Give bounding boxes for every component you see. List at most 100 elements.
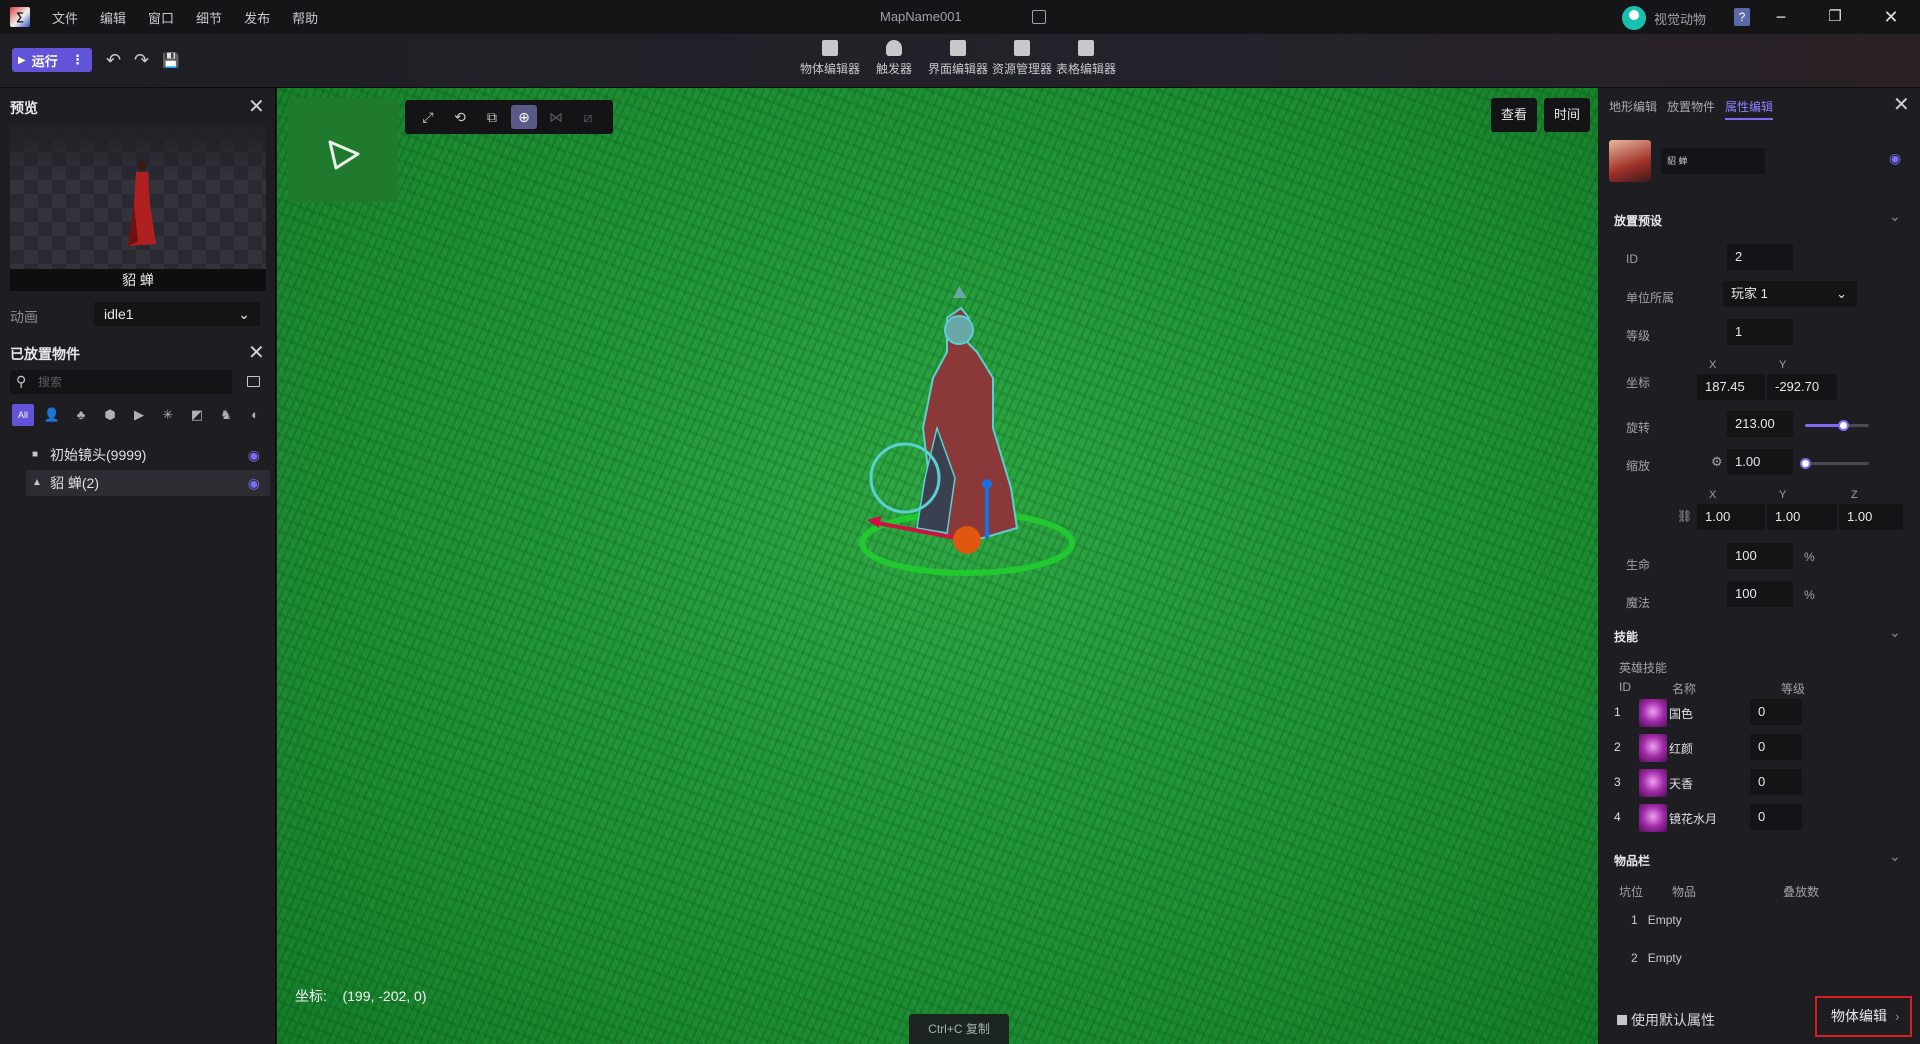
tab-property-edit[interactable]: 属性编辑: [1725, 98, 1774, 120]
grid-tool-icon[interactable]: ⧄: [575, 105, 601, 129]
filter-effect-icon[interactable]: ✳: [157, 404, 179, 426]
placed-close-icon[interactable]: ✕: [248, 340, 265, 365]
time-button[interactable]: 时间: [1544, 98, 1591, 132]
menu-detail[interactable]: 细节: [196, 8, 222, 27]
scale-slider[interactable]: [1800, 458, 1869, 469]
scale-slider-knob[interactable]: [1800, 458, 1811, 469]
link-icon[interactable]: ⛓: [1677, 509, 1692, 523]
scale-tool-icon[interactable]: ⧉: [479, 105, 505, 129]
visibility-eye-icon[interactable]: ◉: [248, 470, 260, 496]
rotate-tool-icon[interactable]: ⟲: [447, 105, 473, 129]
visibility-eye-icon[interactable]: ◉: [248, 442, 260, 468]
filter-item-icon[interactable]: ⬢: [99, 404, 121, 426]
menu-file[interactable]: 文件: [52, 8, 78, 27]
unit-portrait[interactable]: [1609, 140, 1651, 182]
tab-terrain-edit[interactable]: 地形编辑: [1609, 98, 1657, 120]
resource-manager-button[interactable]: 资源管理器: [992, 40, 1052, 77]
ui-editor-button[interactable]: 界面编辑器: [928, 40, 988, 77]
view-button[interactable]: 查看: [1491, 98, 1538, 132]
chevron-down-icon[interactable]: ⌄: [1889, 624, 1901, 641]
scale-y-field[interactable]: 1.00: [1767, 504, 1837, 530]
chevron-down-icon[interactable]: ⌄: [1889, 848, 1901, 865]
redo-icon[interactable]: ↷: [134, 50, 149, 71]
checkbox-box[interactable]: [1617, 1015, 1627, 1025]
visibility-eye-icon[interactable]: ◉: [1889, 150, 1901, 167]
life-field[interactable]: 100: [1727, 543, 1793, 569]
owner-label: 单位所属: [1626, 291, 1675, 305]
inventory-row[interactable]: 1 Empty: [1631, 913, 1682, 927]
user-account[interactable]: 视觉动物: [1622, 6, 1706, 30]
coord-y-field[interactable]: -292.70: [1767, 374, 1837, 400]
fit-view-icon[interactable]: ⤢: [415, 105, 441, 129]
tree-item-camera[interactable]: ■ 初始镜头(9999) ◉: [26, 442, 270, 468]
filter-all[interactable]: All: [12, 404, 34, 426]
edit-title-icon[interactable]: [1032, 10, 1046, 24]
coord-x-field[interactable]: 187.45: [1697, 374, 1765, 400]
object-editor-button[interactable]: 物体编辑器: [800, 40, 860, 77]
restore-button[interactable]: ❐: [1822, 4, 1848, 30]
coord-y-label: Y: [1779, 359, 1787, 371]
gear-icon[interactable]: ⚙: [1711, 454, 1723, 470]
menu-publish[interactable]: 发布: [244, 8, 270, 27]
save-icon[interactable]: 💾: [162, 52, 179, 69]
skill-level-field[interactable]: 0: [1750, 734, 1802, 760]
menu-edit[interactable]: 编辑: [100, 8, 126, 27]
filter-decoration-icon[interactable]: ♞: [215, 404, 237, 426]
hand-icon: [886, 40, 902, 56]
skill-icon[interactable]: [1639, 804, 1667, 832]
run-options-icon[interactable]: ⋮: [71, 52, 84, 68]
object-edit-button[interactable]: 物体编辑 ›: [1815, 996, 1912, 1037]
rotation-field[interactable]: 213.00: [1727, 411, 1793, 437]
skill-icon[interactable]: [1639, 769, 1667, 797]
skill-icon[interactable]: [1639, 699, 1667, 727]
trigger-button[interactable]: 触发器: [876, 40, 912, 77]
camera-preview[interactable]: [288, 98, 398, 202]
filter-sound-icon[interactable]: ◐: [244, 404, 266, 426]
search-input[interactable]: [38, 373, 218, 391]
skill-level-field[interactable]: 0: [1750, 804, 1802, 830]
help-book-icon[interactable]: ?: [1734, 8, 1750, 26]
scene-viewport[interactable]: ⤢ ⟲ ⧉ ⊕ ⋈ ⧄ 查看 时间 坐标: (199, -202, 0) Ctr…: [277, 88, 1598, 1044]
rotation-slider-knob[interactable]: [1837, 420, 1849, 431]
animation-select[interactable]: idle1 ⌄: [94, 302, 260, 326]
minimize-button[interactable]: −: [1768, 4, 1794, 30]
selected-character[interactable]: [797, 278, 1087, 628]
filter-region-icon[interactable]: ◩: [186, 404, 208, 426]
scale-field[interactable]: 1.00: [1727, 449, 1793, 475]
scale-z-field[interactable]: 1.00: [1839, 504, 1903, 530]
right-tabs: 地形编辑 放置物件 属性编辑: [1609, 98, 1783, 120]
table-editor-button[interactable]: 表格编辑器: [1056, 40, 1116, 77]
folder-icon[interactable]: [247, 376, 260, 387]
level-field[interactable]: 1: [1727, 319, 1793, 345]
inventory-row[interactable]: 2 Empty: [1631, 951, 1682, 965]
preview-close-icon[interactable]: ✕: [248, 94, 265, 119]
tab-placed-objects[interactable]: 放置物件: [1667, 98, 1715, 120]
filter-camera-icon[interactable]: ▶: [128, 404, 150, 426]
menu-window[interactable]: 窗口: [148, 8, 174, 27]
mana-field[interactable]: 100: [1727, 581, 1793, 607]
skill-level-field[interactable]: 0: [1750, 699, 1802, 725]
move-tool-icon[interactable]: ⊕: [511, 105, 537, 129]
move-gizmo-center[interactable]: [953, 526, 981, 554]
right-close-icon[interactable]: ✕: [1893, 92, 1910, 117]
undo-icon[interactable]: ↶: [106, 50, 121, 71]
unit-name-field[interactable]: 貂 蝉: [1661, 148, 1765, 174]
skill-level-field[interactable]: 0: [1750, 769, 1802, 795]
snap-tool-icon[interactable]: ⋈: [543, 105, 569, 129]
owner-select[interactable]: 玩家 1 ⌄: [1723, 281, 1857, 307]
menu-help[interactable]: 帮助: [292, 8, 318, 27]
skill-icon[interactable]: [1639, 734, 1667, 762]
id-field[interactable]: 2: [1727, 244, 1793, 270]
avatar[interactable]: [1622, 6, 1646, 30]
tree-item-diaochan[interactable]: ▲ 貂 蝉(2) ◉: [26, 470, 270, 496]
run-button[interactable]: ▶ 运行 ⋮: [12, 48, 92, 72]
skill-id: 4: [1614, 810, 1621, 824]
chevron-down-icon[interactable]: ⌄: [1889, 208, 1901, 225]
preview-viewport[interactable]: [10, 124, 266, 269]
filter-tree-icon[interactable]: ♣: [70, 404, 92, 426]
use-default-attributes-checkbox[interactable]: 使用默认属性: [1617, 1010, 1715, 1030]
filter-unit-icon[interactable]: 👤: [41, 404, 63, 426]
scale-x-field[interactable]: 1.00: [1697, 504, 1765, 530]
rotation-slider[interactable]: [1805, 420, 1869, 431]
close-window-button[interactable]: ✕: [1878, 4, 1904, 30]
